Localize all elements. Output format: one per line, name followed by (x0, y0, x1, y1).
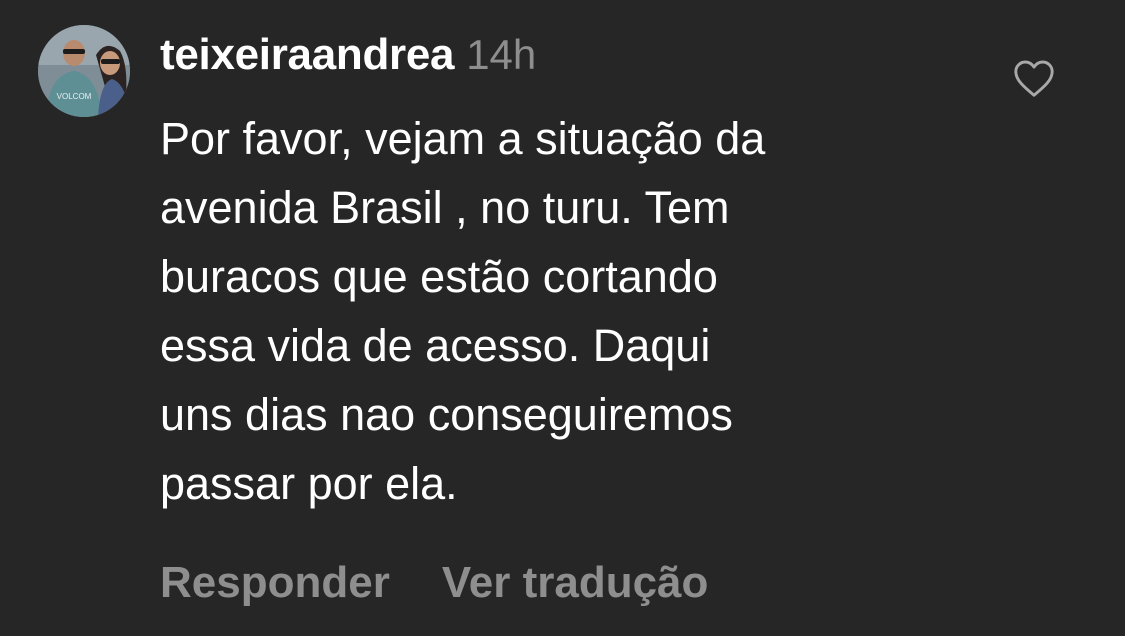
comment-text-line: passar por ela. (160, 458, 458, 509)
avatar-shirt-logo: VOLCOM (57, 92, 92, 101)
reply-button[interactable]: Responder (160, 558, 390, 607)
comment-text-line: buracos que estão cortando (160, 251, 718, 302)
see-translation-button[interactable]: Ver tradução (442, 558, 709, 607)
avatar-photo: VOLCOM (38, 25, 130, 117)
username-link[interactable]: teixeiraandrea (160, 30, 455, 79)
comment-text-line: Por favor, vejam a situação da (160, 113, 766, 164)
comment-header: teixeiraandrea 14h (160, 27, 536, 93)
comment-text-line: avenida Brasil , no turu. Tem (160, 182, 730, 233)
comment-item: VOLCOM teixeiraandrea 14h Por favor, veja… (0, 0, 1125, 636)
comment-text-line: uns dias nao conseguiremos (160, 389, 733, 440)
comment-text: Por favor, vejam a situação da avenida B… (160, 104, 1010, 518)
avatar[interactable]: VOLCOM (38, 25, 130, 117)
comment-text-line: essa vida de acesso. Daqui (160, 320, 711, 371)
timestamp: 14h (466, 31, 537, 78)
heart-icon[interactable] (1012, 58, 1056, 98)
comment-actions: Responder Ver tradução (160, 552, 708, 624)
